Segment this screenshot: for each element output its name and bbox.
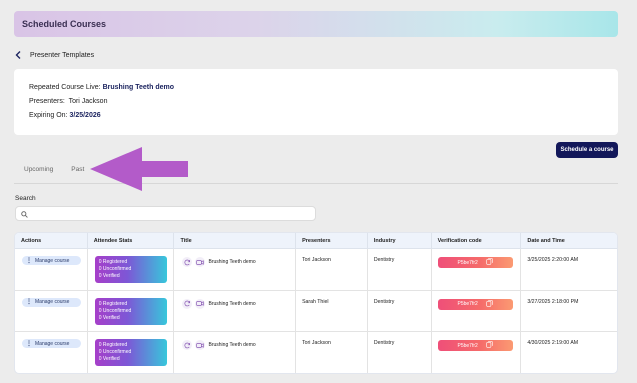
date-time: 4/30/2025 2:19:00 AM [527,340,579,346]
verification-code-text: P5be7fr2 [457,342,478,349]
schedule-course-button[interactable]: Schedule a course [556,142,618,158]
presenter-name: Tori Jackson [302,257,331,263]
courses-table: Actions Attendee Stats Title Presenters … [14,232,618,374]
manage-course-button[interactable]: ⋮ Manage course [22,297,81,307]
search-icon [21,205,28,223]
header-industry: Industry [368,233,432,248]
search-input[interactable] [32,207,312,220]
header-attendee-stats: Attendee Stats [88,233,175,248]
attendee-stats-card: 0 Registered 0 Unconfirmed 0 Verified [94,256,167,283]
course-title: Brushing Teeth demo [182,298,256,309]
presenters-label: Presenters: [29,98,65,105]
presenter-name: Sarah Thiel [302,298,329,305]
video-icon[interactable] [195,257,206,267]
attendee-stats-card: 0 Registered 0 Unconfirmed 0 Verified [94,297,167,325]
expiry-value: 3/25/2026 [69,112,101,119]
table-header: Actions Attendee Stats Title Presenters … [15,233,617,249]
verification-code-badge[interactable]: P5be7fr2 [437,257,513,268]
date-time: 3/27/2025 2:18:00 PM [527,298,579,305]
video-icon[interactable] [195,340,206,350]
presenters-line: Presenters: Tori Jackson [29,98,107,105]
manage-course-button[interactable]: ⋮ Manage course [22,256,81,265]
sync-icon[interactable] [182,298,193,309]
course-title: Brushing Teeth demo [182,340,256,350]
course-title-text: Brushing Teeth demo [208,342,256,348]
unconfirmed-count: 0 Unconfirmed [98,307,132,314]
more-vertical-icon: ⋮ [26,257,32,264]
presenter-name: Tori Jackson [302,340,331,346]
date-time: 3/25/2025 2:20:00 AM [527,257,579,263]
verified-count: 0 Verified [98,273,120,279]
verification-code-text: P5be7fr2 [457,259,478,266]
copy-icon[interactable] [486,258,493,267]
search-label: Search [15,195,36,202]
sync-icon[interactable] [182,340,193,350]
course-info-card: Repeated Course Live: Brushing Teeth dem… [14,69,618,135]
tab-bar: Upcoming Past [24,166,84,173]
registered-count: 0 Registered [98,342,128,348]
expiry-label: Expiring On: [29,112,68,119]
header-actions: Actions [15,233,88,248]
sync-icon[interactable] [182,257,193,267]
header-presenters: Presenters [296,233,368,248]
manage-course-label: Manage course [35,299,70,305]
manage-course-button[interactable]: ⋮ Manage course [22,339,81,348]
more-vertical-icon: ⋮ [26,299,32,305]
verification-code-badge[interactable]: P5be7fr2 [437,340,513,351]
header-date-time: Date and Time [527,237,565,244]
industry-name: Dentistry [373,340,395,346]
breadcrumb: Presenter Templates [14,51,94,59]
table-row: ⋮ Manage course 0 Registered 0 Unconfirme… [15,332,617,373]
verification-code-badge[interactable]: P5be7fr2 [437,298,513,310]
attendee-stats-card: 0 Registered 0 Unconfirmed 0 Verified [94,339,167,366]
table-row: ⋮ Manage course 0 Registered 0 Unconfirme… [15,249,617,291]
copy-icon[interactable] [486,299,493,309]
copy-icon[interactable] [486,341,493,350]
course-title: Brushing Teeth demo [182,257,256,267]
course-name-line: Repeated Course Live: Brushing Teeth dem… [29,84,174,91]
manage-course-label: Manage course [35,340,70,347]
page-header: Scheduled Courses [14,11,618,37]
verified-count: 0 Verified [98,314,120,321]
chevron-left-icon[interactable] [14,51,22,59]
tab-upcoming[interactable]: Upcoming [24,166,53,173]
registered-count: 0 Registered [98,259,128,265]
registered-count: 0 Registered [98,300,128,307]
course-title-text: Brushing Teeth demo [208,259,256,265]
course-name-label: Repeated Course Live: [29,84,101,91]
verified-count: 0 Verified [98,356,120,362]
verification-code-text: P5be7fr2 [457,301,478,307]
unconfirmed-count: 0 Unconfirmed [98,349,132,355]
presenters-value: Tori Jackson [68,98,108,105]
course-title-text: Brushing Teeth demo [208,300,256,307]
tab-past[interactable]: Past [71,166,84,173]
expiry-line: Expiring On: 3/25/2026 [29,112,101,119]
industry-name: Dentistry [373,298,395,305]
table-row: ⋮ Manage course 0 Registered 0 Unconfirme… [15,290,617,332]
industry-name: Dentistry [373,257,395,263]
arrow-shape [90,147,188,191]
video-icon[interactable] [195,298,206,309]
more-vertical-icon: ⋮ [26,340,32,347]
breadcrumb-link[interactable]: Presenter Templates [30,52,94,59]
header-title: Title [174,233,297,248]
course-name-value: Brushing Teeth demo [102,84,174,91]
unconfirmed-count: 0 Unconfirmed [98,266,132,272]
search-field[interactable] [15,206,316,221]
manage-course-label: Manage course [35,257,70,264]
header-verification-code: Verification code [432,233,522,248]
page-title: Scheduled Courses [22,19,107,29]
annotation-arrow [90,145,190,193]
